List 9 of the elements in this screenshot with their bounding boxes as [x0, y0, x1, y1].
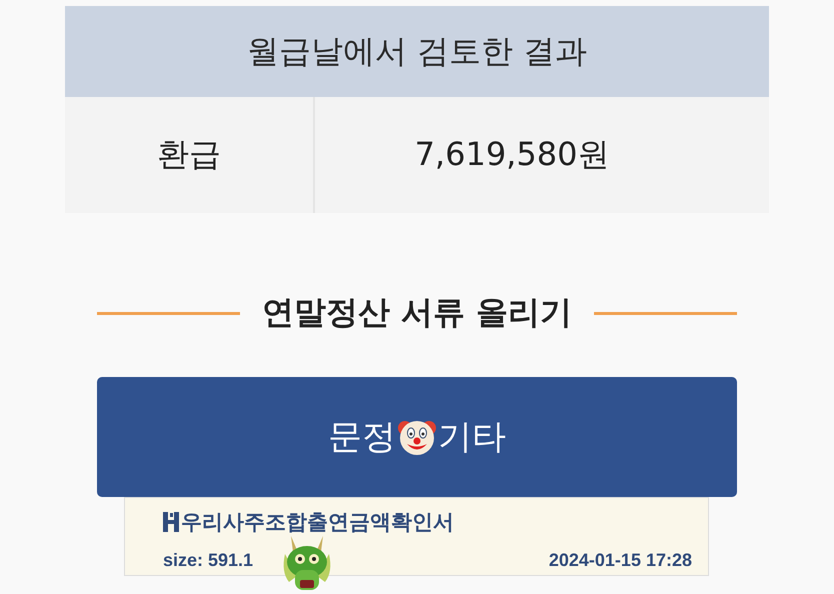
file-icon — [163, 512, 179, 532]
file-size: size: 591.1 — [163, 550, 254, 571]
table-cell-text: 7,619,580원 — [414, 134, 610, 175]
upload-button[interactable]: 문정 기타 — [97, 377, 737, 497]
table-cell: 환급 — [65, 97, 315, 213]
table-title: 월급날에서 검토한 결과 — [246, 30, 588, 72]
file-name[interactable]: 우리사주조합출연금액확인서 — [181, 508, 454, 536]
section-heading: 연말정산 서류 올리기 — [262, 292, 572, 333]
file-date: 2024-01-15 17:28 — [548, 550, 692, 571]
